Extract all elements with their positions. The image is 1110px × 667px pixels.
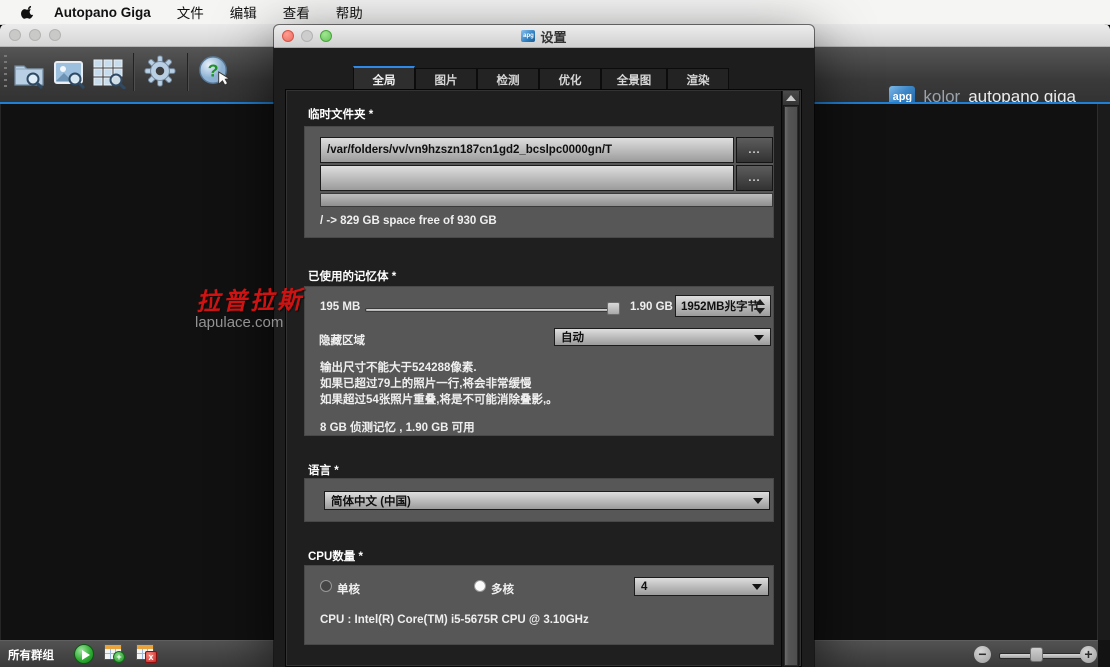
tab-render[interactable]: 渲染 [667,68,729,91]
remove-group-button[interactable]: x [136,644,154,660]
memory-spinner[interactable]: 1952MB兆字节 [675,295,771,317]
radio-multi-core[interactable] [474,580,486,592]
memory-slider-thumb[interactable] [607,302,620,315]
toolbar-separator [133,53,134,91]
scrollbar-thumb[interactable] [784,106,798,666]
disk-space-text: / -> 829 GB space free of 930 GB [320,215,497,227]
window-minimize-button[interactable] [29,29,41,41]
memory-slider-track[interactable] [365,308,610,312]
spinner-up-icon[interactable] [755,299,765,305]
toolbar-drag-handle[interactable] [4,55,7,91]
dialog-zoom-button[interactable] [320,30,332,42]
chevron-down-icon [754,335,764,341]
cpu-label: CPU数量 * [308,548,363,564]
temp-folder-group: ... ... / -> 829 GB space free of 930 GB [304,126,774,238]
svg-text:?: ? [208,61,219,81]
zoom-slider-track[interactable] [999,653,1087,659]
watermark-site: lapulace.com [195,314,283,331]
radio-single-core[interactable] [320,580,332,592]
image-search-icon[interactable] [52,57,86,89]
panel-scrollbar[interactable] [781,91,799,667]
dialog-minimize-button [301,30,313,42]
memory-note-1: 输出尺寸不能大于524288像素. [320,359,477,375]
settings-gear-icon[interactable] [143,55,177,87]
settings-dialog: apg 设置 全局 图片 检测 优化 全景图 渲染 临时文件夹 * ... ..… [274,25,814,667]
tab-optimize[interactable]: 优化 [539,68,601,91]
cpu-info: CPU : Intel(R) Core(TM) i5-5675R CPU @ 3… [320,614,589,626]
spinner-arrows-icon[interactable] [755,298,766,315]
language-group: 简体中文 (中国) [304,478,774,522]
disk-space-bar [320,193,773,207]
chevron-down-icon [753,498,763,504]
memory-group: 195 MB 1.90 GB 1952MB兆字节 隐藏区域 自动 输出尺寸不能大… [304,286,774,436]
tab-panorama[interactable]: 全景图 [601,68,667,91]
language-value: 简体中文 (中国) [331,493,411,509]
zoom-in-button[interactable]: + [1080,646,1097,663]
settings-panel: 临时文件夹 * ... ... / -> 829 GB space free o… [285,89,802,667]
scroll-up-button[interactable] [783,91,799,105]
temp-path-input[interactable] [320,137,734,163]
help-icon[interactable]: ? [197,55,231,87]
zoom-out-button[interactable]: − [974,646,991,663]
memory-summary: 8 GB 侦测记忆 , 1.90 GB 可用 [320,419,475,435]
zoom-slider-thumb[interactable] [1030,647,1043,662]
hidden-area-dropdown[interactable]: 自动 [554,328,771,346]
cpu-group: 单核 多核 4 CPU : Intel(R) Core(TM) i5-5675R… [304,565,774,645]
window-zoom-button[interactable] [49,29,61,41]
single-core-label: 单核 [337,581,360,597]
memory-label: 已使用的记忆体 * [308,268,396,284]
menu-app-name[interactable]: Autopano Giga [54,5,151,20]
spinner-down-icon[interactable] [755,308,765,314]
plus-badge-icon: + [113,651,125,663]
group-bar-label: 所有群组 [8,647,54,663]
add-group-button[interactable]: + [104,644,122,660]
apple-icon[interactable] [21,4,35,20]
dialog-close-button[interactable] [282,30,294,42]
arrow-up-icon [786,95,796,101]
tab-detection[interactable]: 检测 [477,68,539,91]
grid-search-icon[interactable] [92,57,126,89]
memory-max-label: 1.90 GB [630,301,673,313]
hidden-area-value: 自动 [561,329,584,345]
dialog-app-icon: apg [521,30,535,42]
menu-item-view[interactable]: 查看 [283,2,310,22]
menu-bar: Autopano Giga 文件 编辑 查看 帮助 [0,0,1110,25]
temp-folder-label: 临时文件夹 * [308,106,373,122]
core-count-value: 4 [641,581,647,593]
browse-button-2[interactable]: ... [736,165,773,191]
multi-core-label: 多核 [491,581,514,597]
temp-path-input-2[interactable] [320,165,734,191]
tab-global[interactable]: 全局 [353,66,415,91]
dialog-titlebar[interactable]: apg 设置 [274,25,814,48]
toolbar-separator [187,53,188,91]
hidden-area-label: 隐藏区域 [319,332,365,348]
open-folder-search-icon[interactable] [12,57,46,89]
chevron-down-icon [752,584,762,590]
core-count-dropdown[interactable]: 4 [634,577,769,596]
dialog-title: 设置 [540,27,566,46]
menu-item-file[interactable]: 文件 [177,2,204,22]
window-close-button[interactable] [9,29,21,41]
language-label: 语言 * [308,462,339,478]
memory-min-label: 195 MB [320,301,360,313]
browse-button-1[interactable]: ... [736,137,773,163]
dialog-tabs: 全局 图片 检测 优化 全景图 渲染 [353,66,729,91]
memory-note-2: 如果已超过79上的照片一行,将会非常缓慢 [320,375,532,391]
x-badge-icon: x [145,651,157,663]
menu-item-help[interactable]: 帮助 [336,2,363,22]
tab-images[interactable]: 图片 [415,68,477,91]
menu-item-edit[interactable]: 编辑 [230,2,257,22]
detect-play-button[interactable] [74,644,94,664]
language-dropdown[interactable]: 简体中文 (中国) [324,491,770,510]
right-edge-panel [1098,104,1110,640]
memory-spinner-value: 1952MB兆字节 [681,298,759,314]
memory-note-3: 如果超过54张照片重叠,将是不可能消除叠影,。 [320,391,558,407]
screen: Autopano Giga 文件 编辑 查看 帮助 [0,0,1110,667]
watermark-title: 拉普拉斯 [196,280,305,317]
